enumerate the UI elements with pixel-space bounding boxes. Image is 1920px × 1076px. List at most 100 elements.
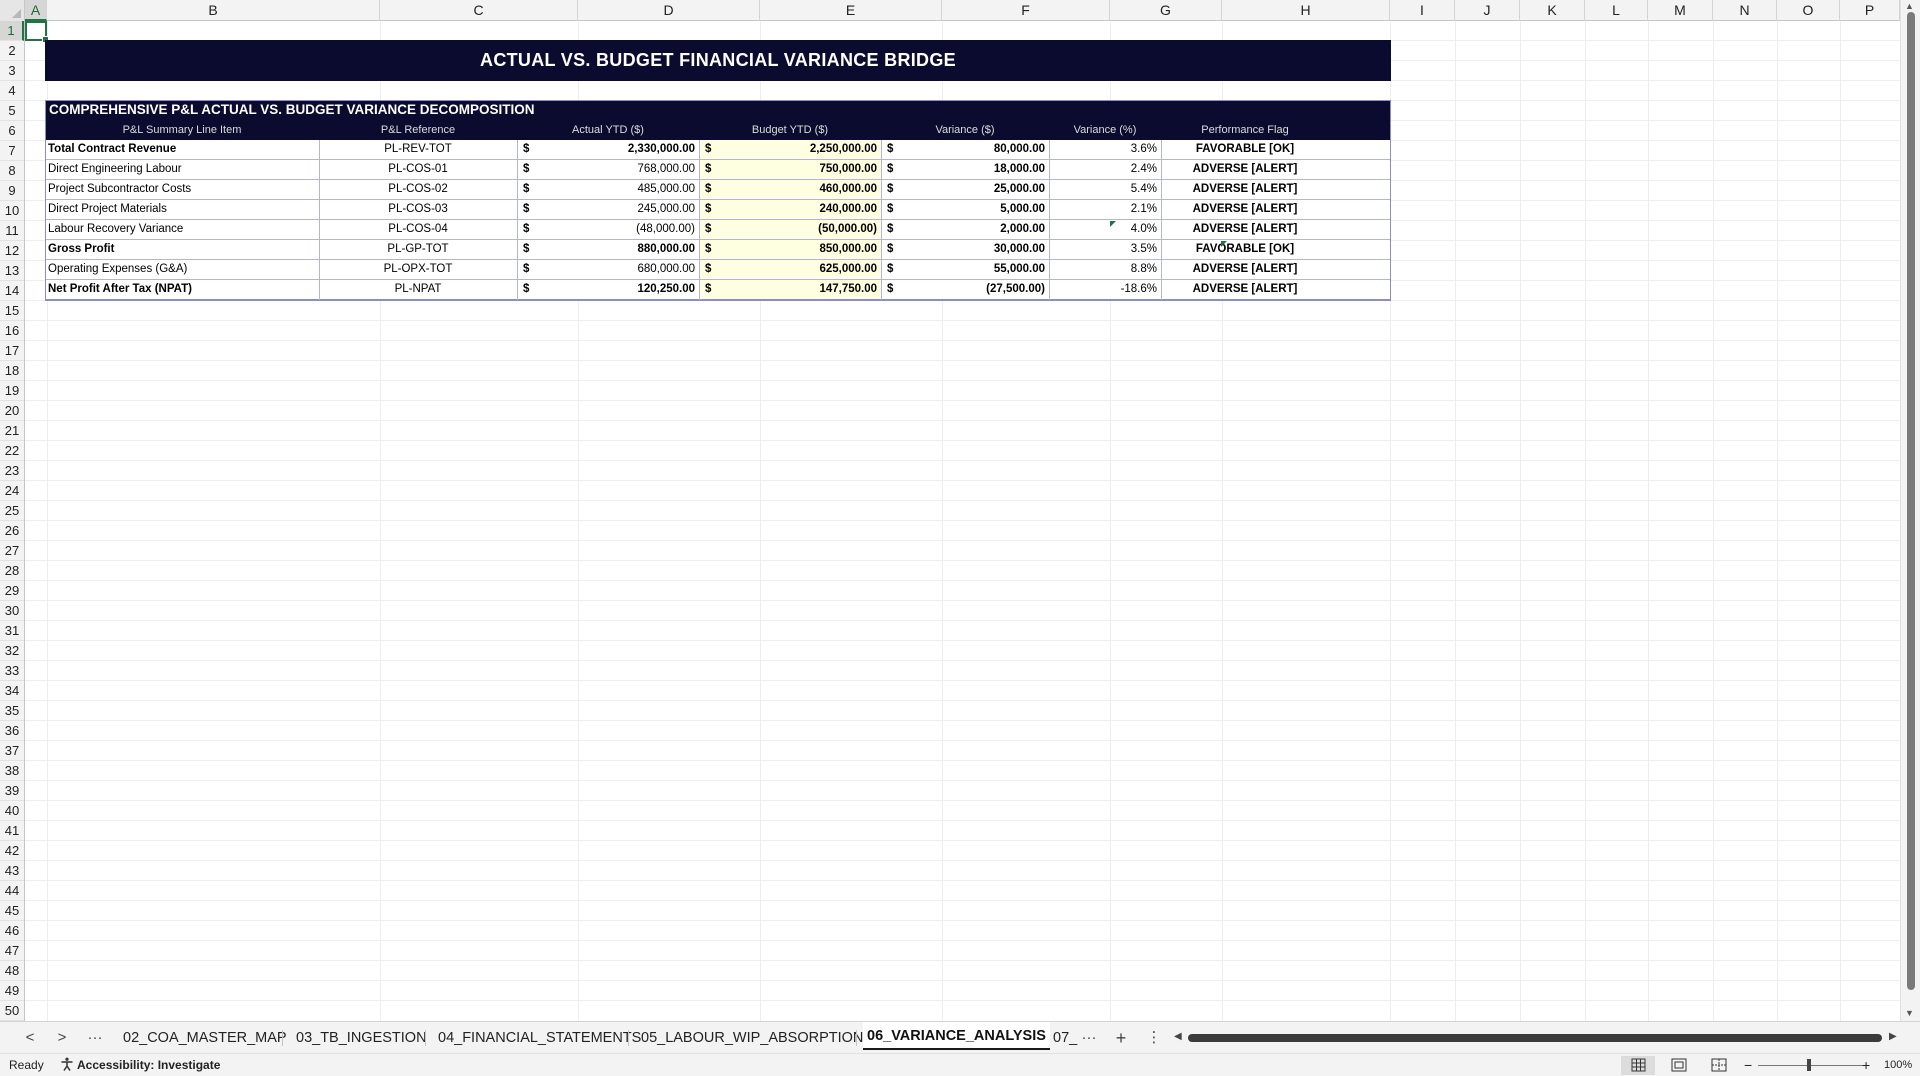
column-header-a[interactable]: A — [25, 0, 47, 21]
row-header-19[interactable]: 19 — [0, 381, 24, 401]
column-header-o[interactable]: O — [1777, 0, 1840, 21]
active-cell-a1[interactable] — [25, 21, 49, 43]
row-header-30[interactable]: 30 — [0, 601, 24, 621]
column-header-d[interactable]: D — [578, 0, 760, 21]
row-header-13[interactable]: 13 — [0, 261, 24, 281]
row-header-50[interactable]: 50 — [0, 1001, 24, 1021]
tab-06-variance-analysis[interactable]: 06_VARIANCE_ANALYSIS — [863, 1022, 1050, 1050]
cell-variance-pct[interactable]: 3.6% — [1049, 140, 1157, 159]
cell-variance[interactable]: 18,000.00 — [900, 160, 1045, 179]
header-line-item[interactable]: P&L Summary Line Item — [45, 120, 319, 140]
normal-view-button[interactable] — [1621, 1056, 1655, 1075]
cell-reference[interactable]: PL-GP-TOT — [319, 240, 517, 259]
column-header-c[interactable]: C — [380, 0, 578, 21]
cell-budget-ytd[interactable]: 147,750.00 — [700, 280, 881, 299]
cell-budget-ytd[interactable]: 240,000.00 — [700, 200, 881, 219]
row-header-46[interactable]: 46 — [0, 921, 24, 941]
cell-actual-ytd[interactable]: 768,000.00 — [535, 160, 695, 179]
row-header-8[interactable]: 8 — [0, 161, 24, 181]
row-header-34[interactable]: 34 — [0, 681, 24, 701]
column-header-h[interactable]: H — [1222, 0, 1390, 21]
header-performance-flag[interactable]: Performance Flag — [1161, 120, 1329, 140]
cell-variance-pct[interactable]: 2.4% — [1049, 160, 1157, 179]
column-header-j[interactable]: J — [1455, 0, 1520, 21]
row-header-7[interactable]: 7 — [0, 141, 24, 161]
cell-performance-flag[interactable]: ADVERSE [ALERT] — [1161, 220, 1329, 239]
cell-reference[interactable]: PL-COS-01 — [319, 160, 517, 179]
tab-scroll-left-icon[interactable]: < — [20, 1026, 40, 1050]
cell-actual-ytd[interactable]: 680,000.00 — [535, 260, 695, 279]
cell-variance-pct[interactable]: 3.5% — [1049, 240, 1157, 259]
tab-scroll-right-icon[interactable]: > — [52, 1026, 72, 1050]
row-header-28[interactable]: 28 — [0, 561, 24, 581]
cell-line-item[interactable]: Direct Engineering Labour — [48, 160, 316, 179]
cell-actual-ytd[interactable]: 245,000.00 — [535, 200, 695, 219]
cell-variance-pct[interactable]: 5.4% — [1049, 180, 1157, 199]
row-header-20[interactable]: 20 — [0, 401, 24, 421]
tab-02-coa-master-map[interactable]: 02_COA_MASTER_MAP — [119, 1026, 291, 1050]
column-header-e[interactable]: E — [760, 0, 942, 21]
row-header-2[interactable]: 2 — [0, 41, 24, 61]
row-header-17[interactable]: 17 — [0, 341, 24, 361]
scroll-left-icon[interactable]: ◀ — [1174, 1031, 1182, 1042]
column-header-g[interactable]: G — [1110, 0, 1222, 21]
row-header-45[interactable]: 45 — [0, 901, 24, 921]
column-header-m[interactable]: M — [1648, 0, 1713, 21]
tab-05-labour-wip-absorption[interactable]: 05_LABOUR_WIP_ABSORPTION — [637, 1026, 867, 1050]
row-header-25[interactable]: 25 — [0, 501, 24, 521]
vertical-scrollbar[interactable]: ▲ ▼ — [1900, 0, 1920, 1021]
cell-budget-ytd[interactable]: 850,000.00 — [700, 240, 881, 259]
zoom-in-button[interactable]: + — [1862, 1054, 1870, 1076]
cell-budget-ytd[interactable]: 750,000.00 — [700, 160, 881, 179]
row-header-6[interactable]: 6 — [0, 121, 24, 141]
row-header-1[interactable]: 1 — [0, 21, 24, 41]
cell-actual-ytd[interactable]: (48,000.00) — [535, 220, 695, 239]
cell-actual-ytd[interactable]: 880,000.00 — [535, 240, 695, 259]
worksheet-grid[interactable]: ACTUAL VS. BUDGET FINANCIAL VARIANCE BRI… — [25, 21, 1900, 1021]
row-header-14[interactable]: 14 — [0, 281, 24, 301]
cell-performance-flag[interactable]: ADVERSE [ALERT] — [1161, 280, 1329, 299]
row-header-27[interactable]: 27 — [0, 541, 24, 561]
cell-variance[interactable]: 55,000.00 — [900, 260, 1045, 279]
column-header-k[interactable]: K — [1520, 0, 1585, 21]
cell-performance-flag[interactable]: FAVORABLE [OK] — [1161, 240, 1329, 259]
row-header-42[interactable]: 42 — [0, 841, 24, 861]
row-header-23[interactable]: 23 — [0, 461, 24, 481]
cell-line-item[interactable]: Direct Project Materials — [48, 200, 316, 219]
cell-variance[interactable]: 80,000.00 — [900, 140, 1045, 159]
row-header-35[interactable]: 35 — [0, 701, 24, 721]
more-options-icon[interactable]: ⋮ — [1144, 1026, 1164, 1050]
cell-line-item[interactable]: Operating Expenses (G&A) — [48, 260, 316, 279]
scroll-up-icon[interactable]: ▲ — [1905, 1, 1914, 11]
row-header-5[interactable]: 5 — [0, 101, 24, 121]
cell-line-item[interactable]: Total Contract Revenue — [48, 140, 316, 159]
zoom-slider-thumb[interactable] — [1807, 1059, 1811, 1071]
row-header-39[interactable]: 39 — [0, 781, 24, 801]
header-actual[interactable]: Actual YTD ($) — [517, 120, 699, 140]
tab-overflow-right-button[interactable]: ··· — [1078, 1026, 1100, 1050]
row-header-43[interactable]: 43 — [0, 861, 24, 881]
row-header-49[interactable]: 49 — [0, 981, 24, 1001]
tab-03-tb-ingestion[interactable]: 03_TB_INGESTION — [292, 1026, 431, 1050]
row-header-36[interactable]: 36 — [0, 721, 24, 741]
row-header-31[interactable]: 31 — [0, 621, 24, 641]
horizontal-scrollbar[interactable]: ◀ ▶ — [1174, 1031, 1900, 1045]
header-reference[interactable]: P&L Reference — [319, 120, 517, 140]
row-header-22[interactable]: 22 — [0, 441, 24, 461]
column-header-f[interactable]: F — [942, 0, 1110, 21]
cell-performance-flag[interactable]: ADVERSE [ALERT] — [1161, 160, 1329, 179]
cell-line-item[interactable]: Labour Recovery Variance — [48, 220, 316, 239]
row-header-3[interactable]: 3 — [0, 61, 24, 81]
zoom-out-button[interactable]: − — [1744, 1054, 1752, 1076]
zoom-slider-track[interactable] — [1758, 1065, 1866, 1066]
error-indicator-icon[interactable] — [1110, 221, 1116, 227]
cell-budget-ytd[interactable]: (50,000.00) — [700, 220, 881, 239]
row-header-44[interactable]: 44 — [0, 881, 24, 901]
row-header-32[interactable]: 32 — [0, 641, 24, 661]
tab-overflow-left-button[interactable]: ··· — [84, 1026, 106, 1050]
tab-07-truncated[interactable]: 07_ — [1049, 1026, 1081, 1050]
add-sheet-icon[interactable]: + — [1110, 1026, 1132, 1050]
column-header-n[interactable]: N — [1713, 0, 1777, 21]
row-header-26[interactable]: 26 — [0, 521, 24, 541]
row-header-48[interactable]: 48 — [0, 961, 24, 981]
